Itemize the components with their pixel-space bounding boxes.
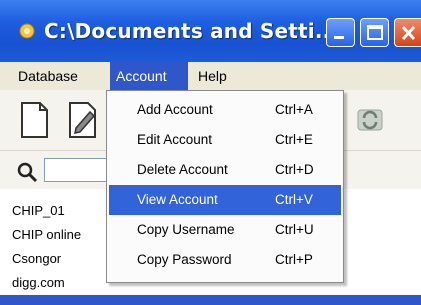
menu-item-label: Edit Account	[137, 132, 213, 147]
app-icon	[19, 23, 35, 39]
menu-item-label: Delete Account	[137, 162, 228, 177]
menu-bar: Database Account Help	[0, 62, 421, 90]
maximize-icon	[367, 25, 383, 40]
menu-item-shortcut: Ctrl+V	[275, 192, 313, 207]
menu-item-label: Copy Username	[137, 222, 235, 237]
menu-database[interactable]: Database	[12, 62, 84, 90]
menu-item-shortcut: Ctrl+E	[275, 132, 313, 147]
maximize-button[interactable]	[360, 18, 389, 47]
title-bar[interactable]: C:\Documents and Setti...	[0, 0, 421, 62]
application-window: C:\Documents and Setti... Database Accou…	[0, 0, 421, 305]
close-icon	[401, 25, 416, 41]
menu-item-label: Add Account	[137, 102, 213, 117]
list-item[interactable]: CHIP online	[12, 227, 81, 242]
search-icon	[17, 162, 38, 183]
menu-item-shortcut: Ctrl+P	[275, 252, 313, 267]
minimize-icon	[334, 36, 344, 39]
menu-item-copy-password[interactable]: Copy Password Ctrl+P	[109, 245, 341, 275]
menu-item-delete-account[interactable]: Delete Account Ctrl+D	[109, 155, 341, 185]
status-bar	[0, 295, 421, 305]
menu-item-shortcut: Ctrl+U	[275, 222, 314, 237]
menu-item-copy-username[interactable]: Copy Username Ctrl+U	[109, 215, 341, 245]
menu-item-view-account[interactable]: View Account Ctrl+V	[109, 185, 341, 215]
menu-item-add-account[interactable]: Add Account Ctrl+A	[109, 95, 341, 125]
list-item[interactable]: digg.com	[12, 275, 65, 290]
menu-item-shortcut: Ctrl+A	[275, 102, 313, 117]
list-item[interactable]: Csongor	[12, 251, 61, 266]
close-button[interactable]	[394, 18, 421, 47]
menu-item-label: Copy Password	[137, 252, 232, 267]
menu-account[interactable]: Account	[110, 62, 188, 90]
menu-item-label: View Account	[137, 192, 218, 207]
menu-help[interactable]: Help	[192, 62, 233, 90]
refresh-icon[interactable]	[354, 104, 386, 136]
edit-document-icon[interactable]	[64, 100, 100, 140]
window-title: C:\Documents and Setti...	[44, 19, 339, 43]
search-input[interactable]	[44, 158, 114, 182]
menu-item-edit-account[interactable]: Edit Account Ctrl+E	[109, 125, 341, 155]
list-item[interactable]: CHIP_01	[12, 203, 65, 218]
new-document-icon[interactable]	[16, 100, 52, 140]
menu-item-shortcut: Ctrl+D	[275, 162, 314, 177]
account-menu-dropdown: Add Account Ctrl+A Edit Account Ctrl+E D…	[106, 90, 344, 283]
minimize-button[interactable]	[326, 18, 355, 47]
